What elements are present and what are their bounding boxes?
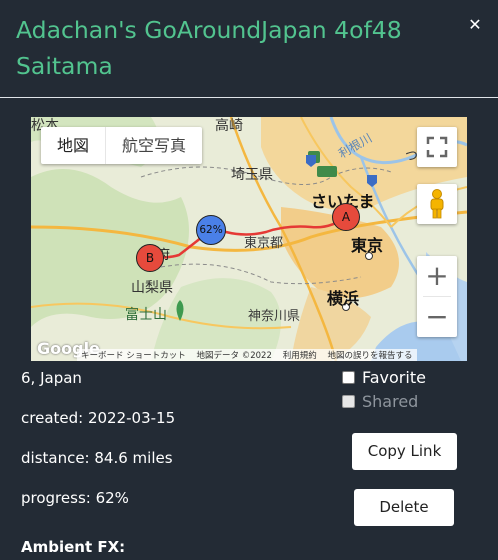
pegman-icon <box>430 189 444 219</box>
street-view-button[interactable] <box>417 184 457 224</box>
progress-marker[interactable]: 62% <box>196 215 226 245</box>
progress-text: progress: 62% <box>21 489 129 507</box>
delete-button[interactable]: Delete <box>354 489 454 526</box>
map-attribution-bar: キーボード ショートカット 地図データ ©2022 利用規約 地図の誤りを報告す… <box>77 349 417 361</box>
map-label-saitama-pref: 埼玉県 <box>231 167 273 183</box>
favorite-label: Favorite <box>362 368 426 387</box>
favorite-checkbox[interactable] <box>342 371 355 384</box>
shared-option: Shared <box>342 392 418 411</box>
location-text: 6, Japan <box>21 369 82 387</box>
route-start-marker[interactable]: A <box>332 203 360 231</box>
map-type-control: 地図 航空写真 <box>41 127 203 164</box>
map-footer: キーボード ショートカット 地図データ ©2022 利用規約 地図の誤りを報告す… <box>31 347 467 361</box>
map-label-tokyo-to: 東京都 <box>244 236 284 251</box>
zoom-out-button[interactable]: − <box>417 297 457 337</box>
map-label-yamanashi: 山梨県 <box>131 280 173 296</box>
map-data-credit: 地図データ ©2022 <box>196 351 272 361</box>
terms-link[interactable]: 利用規約 <box>283 351 317 361</box>
route-end-marker[interactable]: B <box>136 244 164 272</box>
distance-text: distance: 84.6 miles <box>21 449 173 467</box>
shared-checkbox <box>342 395 355 408</box>
favorite-option[interactable]: Favorite <box>342 368 426 387</box>
map-label-fujisan: 富士山 <box>125 307 167 323</box>
ambient-fx-heading: Ambient FX: <box>21 538 126 556</box>
fullscreen-icon <box>426 136 448 158</box>
map-label-tokyo: 東京 <box>351 236 384 255</box>
report-error-link[interactable]: 地図の誤りを報告する <box>328 351 413 361</box>
map-label-kanagawa: 神奈川県 <box>248 309 301 324</box>
map-label-yokohama: 横浜 <box>327 289 360 308</box>
header-divider <box>0 97 498 98</box>
map-label-takasaki: 高崎 <box>215 118 243 134</box>
created-text: created: 2022-03-15 <box>21 409 176 427</box>
zoom-in-button[interactable]: + <box>417 256 457 296</box>
close-icon[interactable]: ✕ <box>466 16 484 34</box>
dialog-title: Adachan's GoAroundJapan 4of48 Saitama <box>16 16 402 80</box>
zoom-control: + − <box>417 256 457 337</box>
map-type-satellite-button[interactable]: 航空写真 <box>105 127 202 164</box>
route-map[interactable]: 松本 高崎 利根川 つく 埼玉県 さいたま 東京都 東京 甲府 山梨県 富士山 … <box>31 117 467 361</box>
shared-label: Shared <box>362 392 419 411</box>
fullscreen-button[interactable] <box>417 127 457 167</box>
keyboard-shortcuts-link[interactable]: キーボード ショートカット <box>81 351 186 361</box>
copy-link-button[interactable]: Copy Link <box>352 433 457 470</box>
map-type-map-button[interactable]: 地図 <box>41 127 105 164</box>
